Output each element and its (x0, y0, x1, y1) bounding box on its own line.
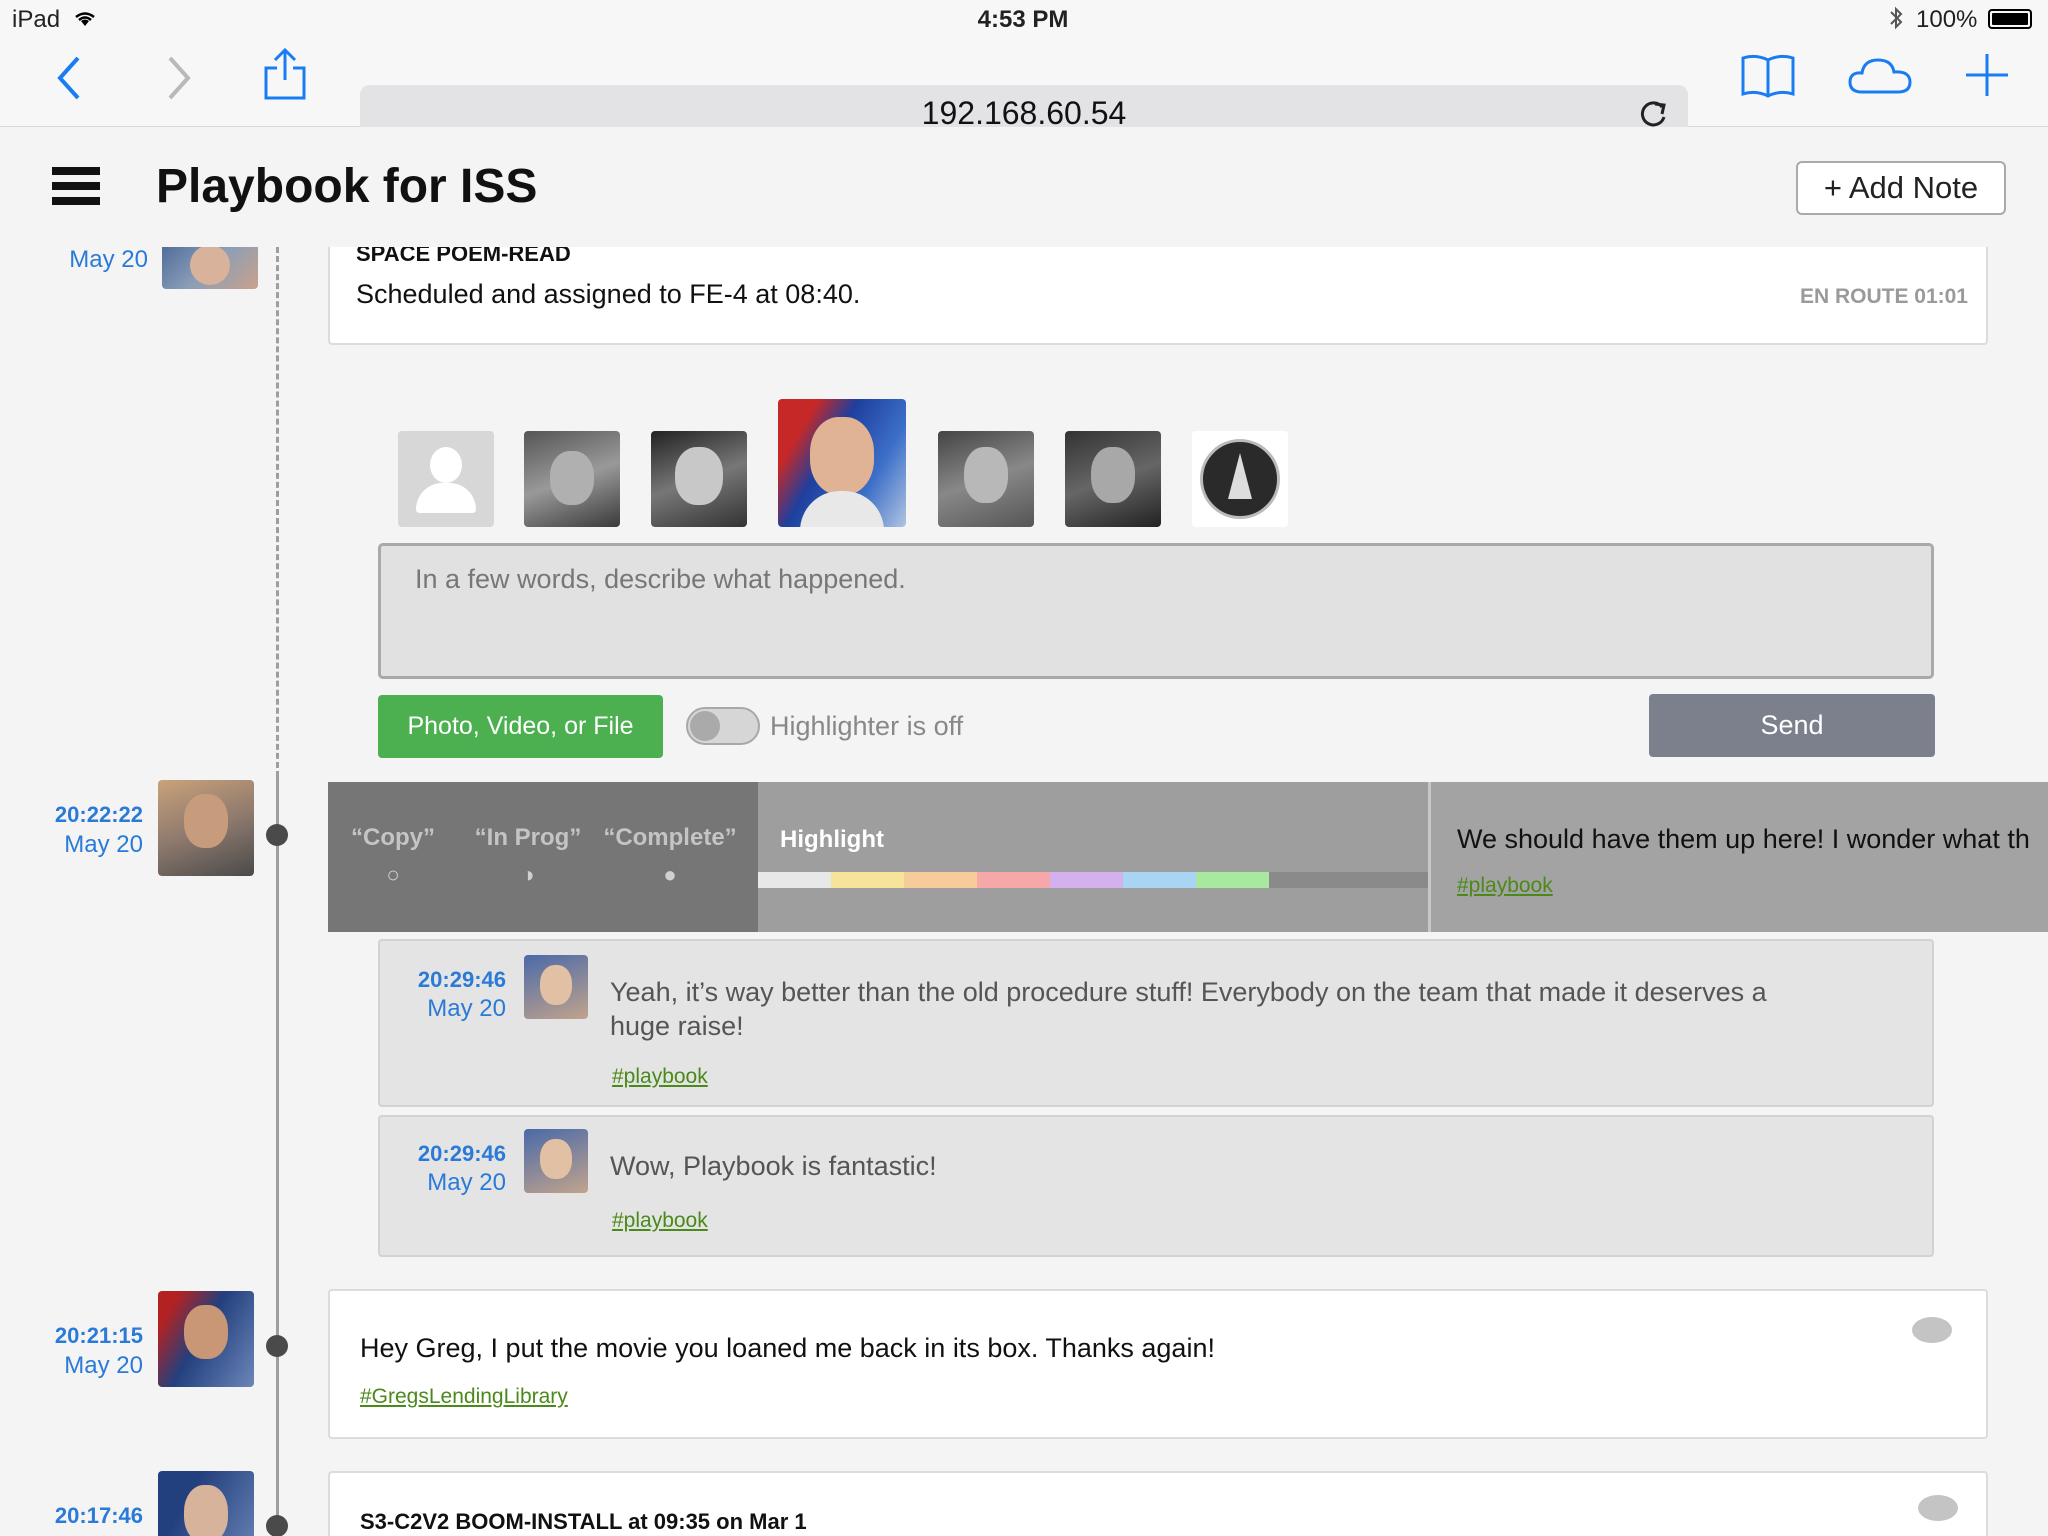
bluetooth-icon (1890, 6, 1903, 30)
description-input[interactable]: In a few words, describe what happened. (378, 543, 1934, 679)
status-bar: iPad 4:53 PM 100% (0, 0, 2048, 38)
new-tab-icon[interactable] (1964, 52, 2010, 98)
reply-date: May 20 (427, 1169, 506, 1196)
avatar (158, 780, 254, 876)
avatar-placeholder[interactable] (398, 431, 494, 527)
avatar (158, 1471, 254, 1536)
hashtag-link[interactable]: #playbook (612, 1065, 708, 1089)
timeline-dot (266, 1515, 288, 1536)
comment-icon[interactable] (1918, 1495, 1958, 1521)
highlight-swatch[interactable] (904, 872, 977, 888)
bookmarks-icon[interactable] (1740, 52, 1796, 100)
reply-time: 20:29:46 (417, 967, 506, 992)
share-icon[interactable] (262, 46, 308, 102)
battery-percent: 100% (1916, 6, 1978, 33)
send-button[interactable]: Send (1649, 694, 1935, 757)
entry-date: May 20 (64, 831, 143, 858)
entry-date: May 20 (0, 1532, 143, 1536)
description-placeholder: In a few words, describe what happened. (415, 564, 906, 594)
app-header: Playbook for ISS + Add Note (0, 127, 2048, 247)
avatar (162, 247, 258, 289)
entry-card: We should have them up here! I wonder wh… (1428, 782, 2048, 932)
device-label: iPad (12, 6, 61, 33)
empty-circle-icon: ○ (386, 862, 400, 887)
upload-button[interactable]: Photo, Video, or File (378, 695, 663, 758)
reply-card: 20:29:46 May 20 Wow, Playbook is fantast… (378, 1115, 1934, 1257)
entry-date: May 20 (64, 1352, 143, 1379)
entry-text: We should have them up here! I wonder wh… (1457, 824, 2030, 854)
reload-icon[interactable] (1636, 97, 1670, 131)
status-option-in-progress[interactable]: “In Prog” ◑ (468, 824, 588, 888)
full-circle-icon: ● (663, 862, 677, 887)
crew-avatar-selected[interactable] (778, 399, 906, 527)
page-title: Playbook for ISS (156, 160, 538, 213)
highlight-swatch[interactable] (1050, 872, 1123, 888)
highlight-swatch[interactable] (831, 872, 904, 888)
timeline-dot (266, 824, 288, 846)
entry-time: 20:22:22 (54, 802, 143, 827)
option-label: “Copy” (351, 824, 435, 851)
status-options: “Copy” ○ “In Prog” ◑ “Complete” ● (328, 782, 758, 932)
timeline-dot (266, 1335, 288, 1357)
crew-avatar[interactable] (938, 431, 1034, 527)
timeline-feed: May 20 SPACE POEM-READ Scheduled and ass… (0, 247, 2048, 1536)
entry-card: Hey Greg, I put the movie you loaned me … (328, 1289, 1988, 1439)
highlight-swatch[interactable] (1196, 872, 1269, 888)
reply-text: Yeah, it’s way better than the old proce… (610, 977, 1767, 1041)
activity-card: SPACE POEM-READ Scheduled and assigned t… (328, 247, 1988, 345)
highlighter-label: Highlighter is off (770, 711, 964, 741)
entry-date: May 20 (69, 247, 148, 273)
status-option-complete[interactable]: “Complete” ● (600, 824, 740, 888)
forward-icon[interactable] (164, 54, 194, 102)
wifi-icon (75, 12, 95, 26)
status-label: EN ROUTE 01:01 (1799, 285, 1968, 308)
entry-card: S3-C2V2 BOOM-INSTALL at 09:35 on Mar 1 (328, 1471, 1988, 1536)
entry-title: S3-C2V2 BOOM-INSTALL at 09:35 on Mar 1 (360, 1509, 807, 1534)
crew-avatar[interactable] (524, 431, 620, 527)
avatar (158, 1291, 254, 1387)
reply-text: Wow, Playbook is fantastic! (610, 1151, 937, 1181)
avatar (524, 955, 588, 1019)
activity-text: Scheduled and assigned to FE-4 at 08:40. (356, 279, 861, 309)
browser-toolbar: 192.168.60.54 (0, 38, 2048, 141)
flight-operations-logo[interactable] (1192, 431, 1288, 527)
option-label: “In Prog” (474, 824, 582, 851)
highlight-label: Highlight (780, 826, 884, 853)
highlight-swatch[interactable] (758, 872, 831, 888)
crew-avatar[interactable] (651, 431, 747, 527)
crew-avatar[interactable] (1065, 431, 1161, 527)
entry-time: 20:21:15 (54, 1323, 143, 1348)
highlighter-toggle[interactable] (686, 707, 760, 745)
activity-title: SPACE POEM-READ (356, 247, 571, 266)
highlight-swatches (758, 872, 1428, 888)
avatar (524, 1129, 588, 1193)
menu-icon[interactable] (52, 167, 100, 205)
clock: 4:53 PM (977, 6, 1069, 33)
highlight-panel: Highlight (758, 782, 1428, 932)
highlight-swatch[interactable] (1123, 872, 1196, 888)
entry-text: Hey Greg, I put the movie you loaned me … (360, 1333, 1215, 1363)
comment-icon[interactable] (1912, 1317, 1952, 1343)
highlight-swatch[interactable] (977, 872, 1050, 888)
battery-icon (1988, 9, 2032, 29)
back-icon[interactable] (54, 54, 84, 102)
reply-time: 20:29:46 (417, 1141, 506, 1166)
hashtag-link[interactable]: #playbook (612, 1209, 708, 1233)
timeline-line (276, 777, 279, 1536)
hashtag-link[interactable]: #playbook (1457, 874, 1553, 898)
reply-date: May 20 (427, 995, 506, 1022)
add-note-button[interactable]: + Add Note (1796, 161, 2006, 215)
half-circle-icon: ◑ (521, 862, 535, 887)
cloud-icon[interactable] (1846, 52, 1916, 100)
status-option-copy[interactable]: “Copy” ○ (338, 824, 448, 888)
hashtag-link[interactable]: #GregsLendingLibrary (360, 1385, 568, 1409)
reply-card: 20:29:46 May 20 Yeah, it’s way better th… (378, 939, 1934, 1107)
timeline-dashed-line (276, 247, 279, 777)
entry-time: 20:17:46 (54, 1503, 143, 1528)
option-label: “Complete” (603, 824, 737, 851)
